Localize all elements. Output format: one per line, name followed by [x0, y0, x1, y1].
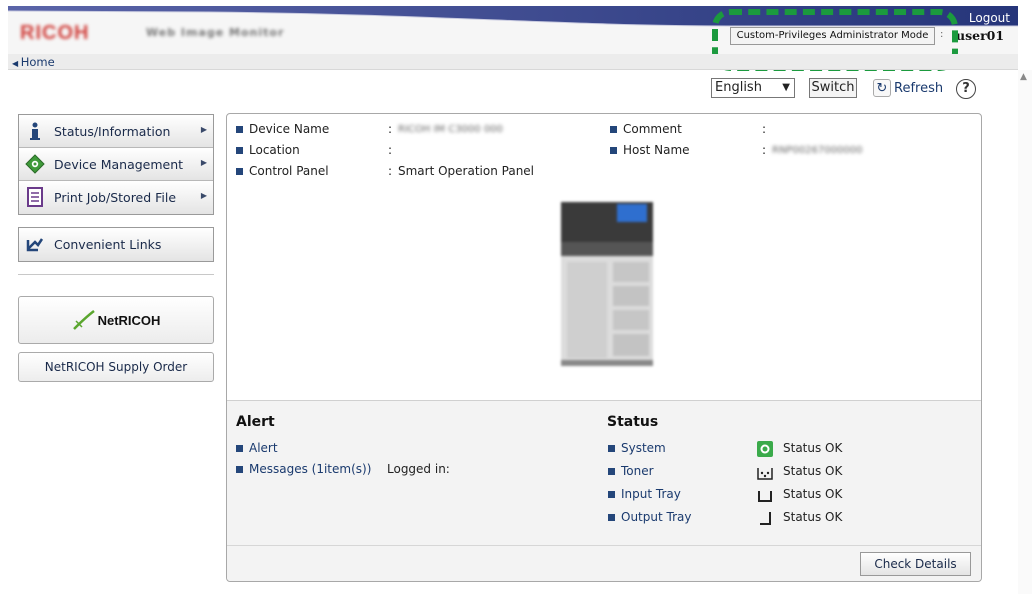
- bullet-icon: [236, 444, 243, 452]
- status-row-label: Toner: [621, 464, 654, 478]
- device-name-label: Device Name: [249, 122, 330, 136]
- system-ok-icon: [757, 441, 773, 457]
- menu-label: Status/Information: [54, 123, 171, 139]
- output-tray-link[interactable]: Output Tray: [608, 510, 691, 524]
- device-name-row: Device Name : RICOH IM C3000 000: [236, 122, 503, 136]
- location-row: Location :: [236, 143, 398, 157]
- device-name-value: RICOH IM C3000 000: [398, 123, 503, 135]
- menu-label: Device Management: [54, 156, 184, 172]
- logout-link[interactable]: Logout: [969, 11, 1010, 25]
- menu-device-management[interactable]: Device Management ▶: [19, 148, 213, 181]
- menu-label: Print Job/Stored File: [54, 190, 177, 205]
- bullet-icon: [236, 465, 243, 473]
- input-tray-link[interactable]: Input Tray: [608, 487, 681, 501]
- document-icon: [27, 187, 43, 207]
- bullet-icon: [236, 146, 243, 154]
- bullet-icon: [236, 167, 243, 175]
- scroll-up-icon[interactable]: ▲: [1020, 72, 1027, 82]
- alert-title: Alert: [236, 414, 275, 430]
- link-arrow-icon: [26, 238, 44, 252]
- colon: :: [388, 122, 393, 136]
- help-icon[interactable]: ?: [956, 79, 976, 99]
- supply-order-button[interactable]: NetRICOH Supply Order: [18, 352, 214, 382]
- netricoh-logo-text: NetRICOH: [97, 312, 161, 328]
- colon: :: [388, 143, 393, 157]
- refresh-button[interactable]: ↻ Refresh: [873, 78, 943, 98]
- status-title: Status: [607, 414, 659, 430]
- home-label: Home: [20, 55, 55, 69]
- comment-row: Comment :: [610, 122, 772, 136]
- breadcrumb: ◀ Home: [8, 54, 1018, 70]
- alert-link[interactable]: Alert: [236, 441, 278, 455]
- chevron-down-icon: ▼: [782, 82, 790, 93]
- menu-print-job[interactable]: Print Job/Stored File ▶: [19, 181, 213, 214]
- host-name-value: RNP00267000000: [772, 144, 863, 156]
- bullet-icon: [610, 125, 617, 133]
- netricoh-swoosh-icon: [72, 310, 95, 330]
- netricoh-logo-button[interactable]: NetRICOH: [18, 296, 214, 344]
- messages-link-label: Messages (1item(s)): [249, 462, 372, 476]
- language-value: English: [715, 80, 762, 95]
- switch-button[interactable]: Switch: [809, 78, 857, 98]
- bullet-icon: [608, 513, 615, 521]
- colon: :: [762, 143, 767, 157]
- language-select[interactable]: English ▼: [711, 78, 795, 98]
- logged-in-label: Logged in:: [387, 462, 450, 476]
- system-status-value: Status OK: [783, 441, 843, 455]
- output-tray-status-value: Status OK: [783, 510, 843, 524]
- host-name-row: Host Name : RNP00267000000: [610, 143, 862, 157]
- menu-label: Convenient Links: [54, 237, 162, 252]
- divider: [227, 545, 981, 546]
- status-row-label: Input Tray: [621, 487, 681, 501]
- messages-link[interactable]: Messages (1item(s)): [236, 462, 371, 476]
- bullet-icon: [236, 125, 243, 133]
- bullet-icon: [608, 467, 615, 475]
- info-icon: [30, 122, 40, 140]
- menu-convenient-links[interactable]: Convenient Links: [19, 228, 213, 261]
- colon: :: [388, 164, 393, 178]
- control-panel-row: Control Panel : Smart Operation Panel: [236, 164, 534, 178]
- status-row-label: Output Tray: [621, 510, 692, 524]
- device-status-panel: Device Name : RICOH IM C3000 000 Locatio…: [226, 113, 982, 582]
- alert-status-section: Alert Alert Messages (1item(s)) Logged i…: [227, 400, 981, 581]
- system-link[interactable]: System: [608, 441, 666, 455]
- device-management-icon: [25, 154, 45, 174]
- printer-image: [561, 202, 653, 366]
- host-name-label: Host Name: [623, 143, 690, 157]
- alert-link-label: Alert: [249, 441, 278, 455]
- divider: [18, 274, 214, 275]
- toner-link[interactable]: Toner: [608, 464, 654, 478]
- chevron-right-icon: ▶: [200, 191, 207, 200]
- bullet-icon: [608, 490, 615, 498]
- refresh-label: Refresh: [894, 80, 944, 96]
- username-label: user01: [956, 28, 1005, 43]
- mode-separator: :: [940, 29, 944, 40]
- home-link[interactable]: ◀ Home: [12, 55, 55, 69]
- output-tray-icon: [760, 512, 771, 525]
- input-tray-icon: [758, 491, 772, 502]
- colon: :: [762, 122, 767, 136]
- refresh-icon: ↻: [873, 79, 891, 97]
- main-menu: Status/Information ▶ Device Management ▶…: [18, 114, 214, 215]
- control-panel-label: Control Panel: [249, 164, 329, 178]
- admin-mode-label: Custom-Privileges Administrator Mode: [730, 27, 935, 45]
- check-details-button[interactable]: Check Details: [860, 552, 971, 576]
- convenient-links-block: Convenient Links: [18, 227, 214, 262]
- product-logo: Web Image Monitor: [146, 26, 285, 39]
- toner-icon: [757, 468, 773, 480]
- bullet-icon: [608, 444, 615, 452]
- comment-label: Comment: [623, 122, 682, 136]
- chevron-right-icon: ▶: [200, 158, 207, 167]
- caret-left-icon: ◀: [12, 59, 21, 68]
- control-panel-value: Smart Operation Panel: [398, 164, 535, 178]
- chevron-right-icon: ▶: [200, 125, 207, 134]
- status-row-label: System: [621, 441, 666, 455]
- toner-status-value: Status OK: [783, 464, 843, 478]
- bullet-icon: [610, 146, 617, 154]
- location-label: Location: [249, 143, 300, 157]
- scrollbar[interactable]: ▲: [1018, 70, 1032, 594]
- menu-status-information[interactable]: Status/Information ▶: [19, 115, 213, 148]
- ricoh-logo: RICOH: [20, 22, 90, 44]
- input-tray-status-value: Status OK: [783, 487, 843, 501]
